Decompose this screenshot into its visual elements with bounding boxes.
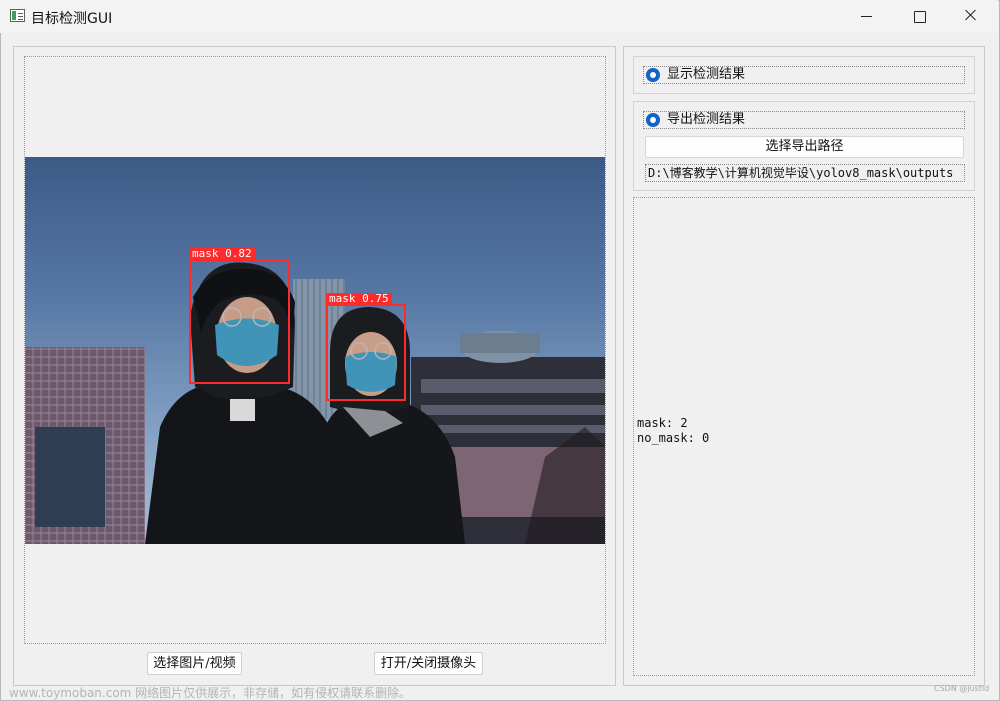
radio-checked-icon[interactable] — [646, 113, 660, 127]
export-results-option[interactable]: 导出检测结果 — [643, 111, 965, 129]
detection-image: mask 0.82 mask 0.75 — [25, 157, 605, 544]
toggle-camera-button[interactable]: 打开/关闭摄像头 — [374, 652, 483, 675]
detection-label-1: mask 0.82 — [189, 248, 255, 260]
result-line-mask: mask: 2 — [637, 416, 688, 430]
radio-checked-icon[interactable] — [646, 68, 660, 82]
minimize-button[interactable] — [843, 0, 889, 33]
window-title: 目标检测GUI — [31, 11, 113, 27]
close-button[interactable] — [947, 0, 993, 33]
close-icon — [962, 5, 980, 25]
app-icon — [10, 9, 25, 22]
show-results-label: 显示检测结果 — [667, 67, 746, 82]
select-export-path-button[interactable]: 选择导出路径 — [645, 136, 964, 158]
watermark-text: www.toymoban.com 网络图片仅供展示，非存储，如有侵权请联系删除。 — [9, 686, 412, 700]
detection-label-2: mask 0.75 — [326, 293, 392, 305]
photo-scene — [25, 262, 605, 544]
maximize-button[interactable] — [897, 0, 943, 33]
export-results-label: 导出检测结果 — [667, 112, 746, 127]
maximize-icon — [914, 11, 926, 23]
csdn-watermark: CSDN @justld — [934, 684, 990, 693]
detection-box-2: mask 0.75 — [326, 293, 406, 401]
result-line-no-mask: no_mask: 0 — [637, 431, 710, 445]
detection-box-1: mask 0.82 — [189, 248, 290, 384]
export-path-field[interactable]: D:\博客教学\计算机视觉毕设\yolov8_mask\outputs — [645, 164, 965, 182]
select-image-video-button[interactable]: 选择图片/视频 — [147, 652, 242, 675]
minimize-icon — [861, 16, 872, 17]
title-bar: 目标检测GUI — [0, 0, 998, 33]
show-results-option[interactable]: 显示检测结果 — [643, 66, 965, 84]
